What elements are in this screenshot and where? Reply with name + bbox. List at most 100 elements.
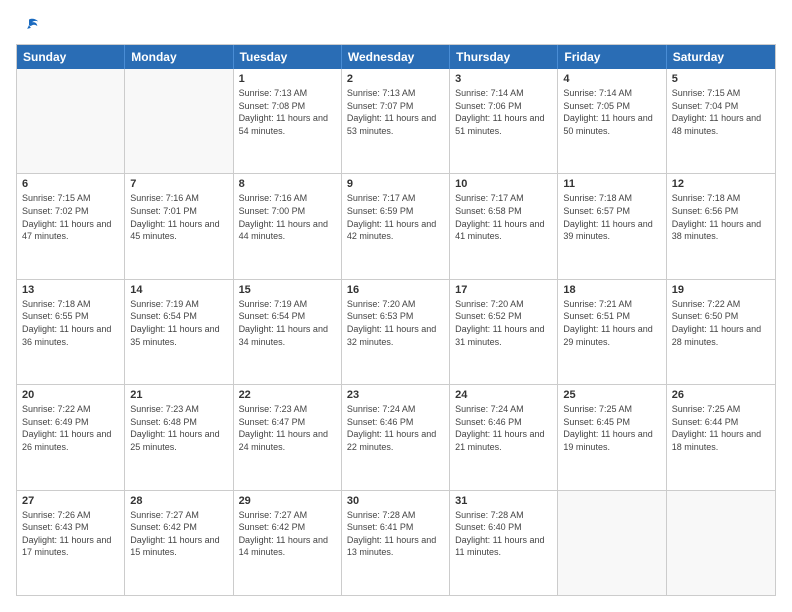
- calendar-cell: 18 Sunrise: 7:21 AM Sunset: 6:51 PM Dayli…: [558, 280, 666, 384]
- day-number: 30: [347, 495, 444, 507]
- day-number: 22: [239, 389, 336, 401]
- day-info: Sunrise: 7:20 AM Sunset: 6:52 PM Dayligh…: [455, 298, 552, 348]
- day-info: Sunrise: 7:25 AM Sunset: 6:44 PM Dayligh…: [672, 403, 770, 453]
- calendar-cell: 27 Sunrise: 7:26 AM Sunset: 6:43 PM Dayli…: [17, 491, 125, 595]
- day-number: 19: [672, 284, 770, 296]
- day-info: Sunrise: 7:13 AM Sunset: 7:07 PM Dayligh…: [347, 87, 444, 137]
- day-number: 29: [239, 495, 336, 507]
- day-number: 12: [672, 178, 770, 190]
- day-number: 8: [239, 178, 336, 190]
- day-info: Sunrise: 7:23 AM Sunset: 6:48 PM Dayligh…: [130, 403, 227, 453]
- calendar-week-2: 6Sunrise: 7:15 AM Sunset: 7:02 PM Daylig…: [17, 173, 775, 278]
- day-of-week-saturday: Saturday: [667, 45, 775, 69]
- calendar-cell: 6Sunrise: 7:15 AM Sunset: 7:02 PM Daylig…: [17, 174, 125, 278]
- day-info: Sunrise: 7:25 AM Sunset: 6:45 PM Dayligh…: [563, 403, 660, 453]
- day-info: Sunrise: 7:27 AM Sunset: 6:42 PM Dayligh…: [239, 509, 336, 559]
- calendar-cell: 20 Sunrise: 7:22 AM Sunset: 6:49 PM Dayli…: [17, 385, 125, 489]
- day-info: Sunrise: 7:24 AM Sunset: 6:46 PM Dayligh…: [347, 403, 444, 453]
- logo: [16, 16, 40, 34]
- day-of-week-tuesday: Tuesday: [234, 45, 342, 69]
- calendar-cell: 19Sunrise: 7:22 AM Sunset: 6:50 PM Dayli…: [667, 280, 775, 384]
- day-number: 10: [455, 178, 552, 190]
- day-info: Sunrise: 7:16 AM Sunset: 7:01 PM Dayligh…: [130, 192, 227, 242]
- day-number: 21: [130, 389, 227, 401]
- day-info: Sunrise: 7:18 AM Sunset: 6:57 PM Dayligh…: [563, 192, 660, 242]
- day-number: 6: [22, 178, 119, 190]
- day-number: 23: [347, 389, 444, 401]
- calendar-cell: 25 Sunrise: 7:25 AM Sunset: 6:45 PM Dayli…: [558, 385, 666, 489]
- day-info: Sunrise: 7:14 AM Sunset: 7:06 PM Dayligh…: [455, 87, 552, 137]
- day-info: Sunrise: 7:18 AM Sunset: 6:55 PM Dayligh…: [22, 298, 119, 348]
- calendar-cell: 17 Sunrise: 7:20 AM Sunset: 6:52 PM Dayli…: [450, 280, 558, 384]
- day-number: 24: [455, 389, 552, 401]
- day-info: Sunrise: 7:14 AM Sunset: 7:05 PM Dayligh…: [563, 87, 660, 137]
- day-info: Sunrise: 7:26 AM Sunset: 6:43 PM Dayligh…: [22, 509, 119, 559]
- day-number: 9: [347, 178, 444, 190]
- day-info: Sunrise: 7:17 AM Sunset: 6:59 PM Dayligh…: [347, 192, 444, 242]
- day-info: Sunrise: 7:17 AM Sunset: 6:58 PM Dayligh…: [455, 192, 552, 242]
- calendar-cell: 9 Sunrise: 7:17 AM Sunset: 6:59 PM Daylig…: [342, 174, 450, 278]
- day-info: Sunrise: 7:24 AM Sunset: 6:46 PM Dayligh…: [455, 403, 552, 453]
- calendar-cell: 15Sunrise: 7:19 AM Sunset: 6:54 PM Dayli…: [234, 280, 342, 384]
- day-of-week-sunday: Sunday: [17, 45, 125, 69]
- calendar-cell: 24 Sunrise: 7:24 AM Sunset: 6:46 PM Dayli…: [450, 385, 558, 489]
- calendar-cell: 8 Sunrise: 7:16 AM Sunset: 7:00 PM Daylig…: [234, 174, 342, 278]
- logo-bird-icon: [18, 16, 40, 38]
- day-info: Sunrise: 7:19 AM Sunset: 6:54 PM Dayligh…: [239, 298, 336, 348]
- calendar-cell: 12 Sunrise: 7:18 AM Sunset: 6:56 PM Dayli…: [667, 174, 775, 278]
- day-number: 20: [22, 389, 119, 401]
- day-number: 25: [563, 389, 660, 401]
- day-of-week-monday: Monday: [125, 45, 233, 69]
- day-number: 17: [455, 284, 552, 296]
- calendar-cell: 14 Sunrise: 7:19 AM Sunset: 6:54 PM Dayli…: [125, 280, 233, 384]
- calendar-cell: 1Sunrise: 7:13 AM Sunset: 7:08 PM Daylig…: [234, 69, 342, 173]
- calendar-cell: 30 Sunrise: 7:28 AM Sunset: 6:41 PM Dayli…: [342, 491, 450, 595]
- calendar-cell: 28Sunrise: 7:27 AM Sunset: 6:42 PM Dayli…: [125, 491, 233, 595]
- day-info: Sunrise: 7:28 AM Sunset: 6:40 PM Dayligh…: [455, 509, 552, 559]
- day-number: 31: [455, 495, 552, 507]
- calendar-cell: 16 Sunrise: 7:20 AM Sunset: 6:53 PM Dayli…: [342, 280, 450, 384]
- day-number: 14: [130, 284, 227, 296]
- calendar-cell: 23 Sunrise: 7:24 AM Sunset: 6:46 PM Dayli…: [342, 385, 450, 489]
- day-number: 5: [672, 73, 770, 85]
- day-info: Sunrise: 7:21 AM Sunset: 6:51 PM Dayligh…: [563, 298, 660, 348]
- calendar-cell: [17, 69, 125, 173]
- day-number: 16: [347, 284, 444, 296]
- day-info: Sunrise: 7:22 AM Sunset: 6:49 PM Dayligh…: [22, 403, 119, 453]
- calendar-cell: 22 Sunrise: 7:23 AM Sunset: 6:47 PM Dayli…: [234, 385, 342, 489]
- day-number: 11: [563, 178, 660, 190]
- calendar-cell: 11 Sunrise: 7:18 AM Sunset: 6:57 PM Dayli…: [558, 174, 666, 278]
- calendar-cell: 26 Sunrise: 7:25 AM Sunset: 6:44 PM Dayli…: [667, 385, 775, 489]
- day-number: 27: [22, 495, 119, 507]
- calendar-body: 1Sunrise: 7:13 AM Sunset: 7:08 PM Daylig…: [17, 69, 775, 595]
- calendar-week-4: 20 Sunrise: 7:22 AM Sunset: 6:49 PM Dayli…: [17, 384, 775, 489]
- calendar-cell: [667, 491, 775, 595]
- day-number: 18: [563, 284, 660, 296]
- calendar-week-5: 27 Sunrise: 7:26 AM Sunset: 6:43 PM Dayli…: [17, 490, 775, 595]
- day-number: 26: [672, 389, 770, 401]
- day-info: Sunrise: 7:18 AM Sunset: 6:56 PM Dayligh…: [672, 192, 770, 242]
- header: [16, 16, 776, 34]
- calendar-cell: 7 Sunrise: 7:16 AM Sunset: 7:01 PM Daylig…: [125, 174, 233, 278]
- day-number: 2: [347, 73, 444, 85]
- calendar-header: SundayMondayTuesdayWednesdayThursdayFrid…: [17, 45, 775, 69]
- day-info: Sunrise: 7:20 AM Sunset: 6:53 PM Dayligh…: [347, 298, 444, 348]
- day-number: 3: [455, 73, 552, 85]
- calendar-cell: 3 Sunrise: 7:14 AM Sunset: 7:06 PM Daylig…: [450, 69, 558, 173]
- day-number: 4: [563, 73, 660, 85]
- day-info: Sunrise: 7:23 AM Sunset: 6:47 PM Dayligh…: [239, 403, 336, 453]
- day-info: Sunrise: 7:28 AM Sunset: 6:41 PM Dayligh…: [347, 509, 444, 559]
- day-number: 7: [130, 178, 227, 190]
- day-of-week-wednesday: Wednesday: [342, 45, 450, 69]
- day-info: Sunrise: 7:13 AM Sunset: 7:08 PM Dayligh…: [239, 87, 336, 137]
- calendar-week-3: 13 Sunrise: 7:18 AM Sunset: 6:55 PM Dayli…: [17, 279, 775, 384]
- calendar-cell: [558, 491, 666, 595]
- day-info: Sunrise: 7:19 AM Sunset: 6:54 PM Dayligh…: [130, 298, 227, 348]
- day-number: 13: [22, 284, 119, 296]
- day-of-week-friday: Friday: [558, 45, 666, 69]
- calendar-cell: 29 Sunrise: 7:27 AM Sunset: 6:42 PM Dayli…: [234, 491, 342, 595]
- day-info: Sunrise: 7:16 AM Sunset: 7:00 PM Dayligh…: [239, 192, 336, 242]
- calendar: SundayMondayTuesdayWednesdayThursdayFrid…: [16, 44, 776, 596]
- page: SundayMondayTuesdayWednesdayThursdayFrid…: [0, 0, 792, 612]
- calendar-cell: 21 Sunrise: 7:23 AM Sunset: 6:48 PM Dayli…: [125, 385, 233, 489]
